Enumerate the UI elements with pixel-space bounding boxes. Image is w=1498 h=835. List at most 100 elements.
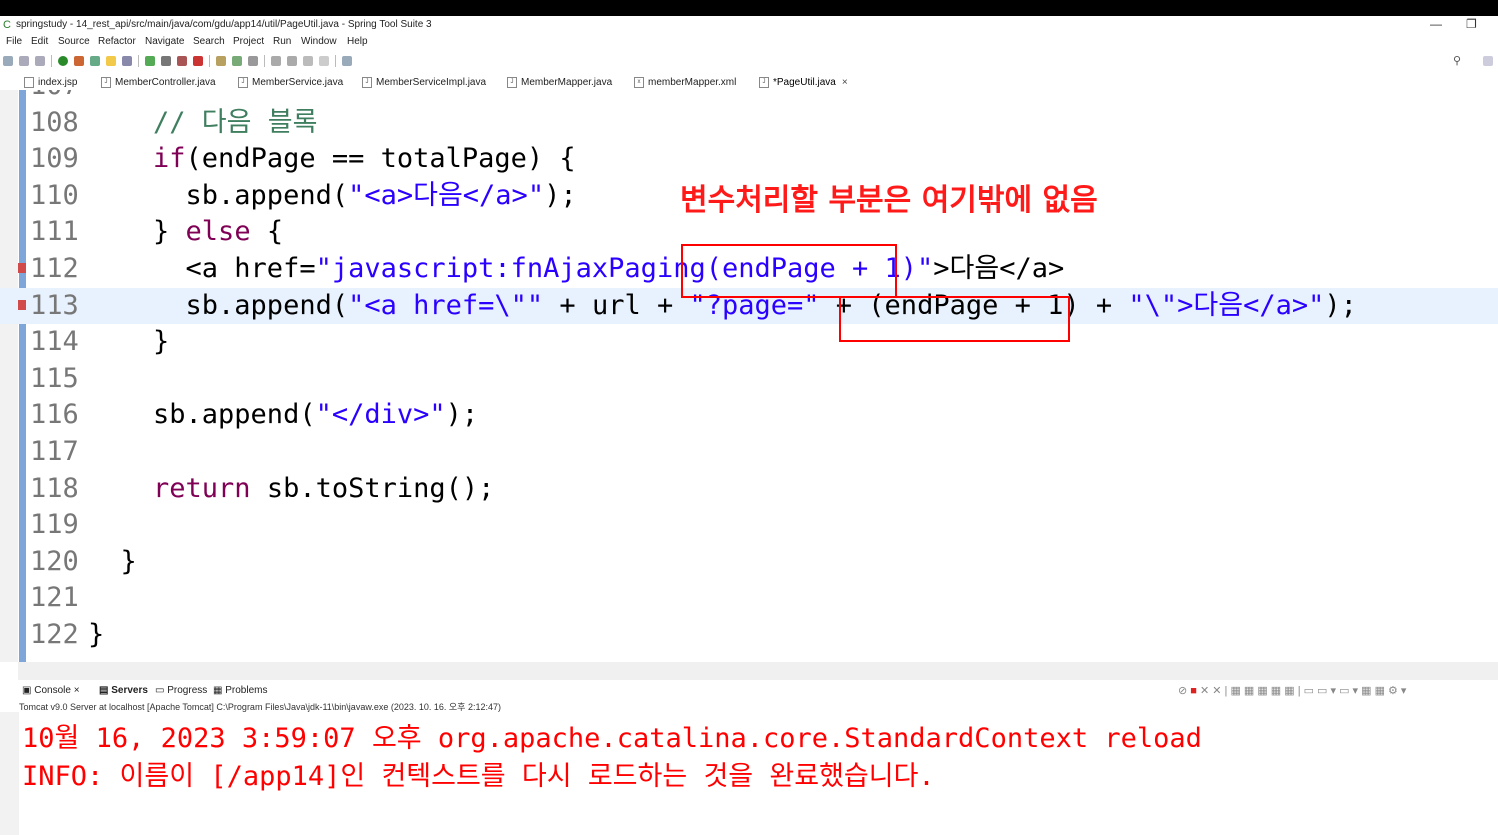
highlight-icon[interactable] bbox=[106, 56, 116, 66]
code-text: } bbox=[88, 544, 137, 580]
window-title-bar: C springstudy - 14_rest_api/src/main/jav… bbox=[0, 16, 1498, 34]
main-toolbar: ⚲ bbox=[0, 51, 1498, 71]
tab-problems-label: Problems bbox=[225, 685, 268, 696]
tab-label: index.jsp bbox=[38, 77, 78, 88]
code-string: "</div>" bbox=[315, 399, 446, 431]
menu-refactor[interactable]: Refactor bbox=[98, 36, 136, 47]
error-marker-icon[interactable] bbox=[18, 299, 26, 310]
tab-console[interactable]: ▣ Console × bbox=[22, 685, 80, 696]
code-line: 122} bbox=[0, 617, 1498, 653]
next-annotation-icon[interactable] bbox=[271, 56, 281, 66]
code-line: 120 } bbox=[0, 544, 1498, 580]
forward-icon[interactable] bbox=[319, 56, 329, 66]
code-line: 115 bbox=[0, 361, 1498, 397]
save-all-icon[interactable] bbox=[35, 56, 45, 66]
console-left-margin bbox=[0, 712, 19, 835]
tab-index-jsp[interactable]: index.jsp bbox=[24, 77, 77, 88]
editor-horizontal-scrollbar[interactable] bbox=[18, 662, 1498, 680]
terminate-icon[interactable] bbox=[193, 56, 203, 66]
new-class-icon[interactable] bbox=[232, 56, 242, 66]
search-icon[interactable]: ⚲ bbox=[1453, 54, 1461, 67]
menu-help[interactable]: Help bbox=[347, 36, 368, 47]
console-icon: ▣ bbox=[22, 685, 35, 696]
tab-member-service-impl[interactable]: J MemberServiceImpl.java bbox=[362, 77, 486, 88]
code-line: 119 bbox=[0, 507, 1498, 543]
spring-app-icon: C bbox=[3, 19, 11, 31]
code-text: sb.append("<a>다음</a>"); bbox=[88, 178, 577, 214]
console-toolbar[interactable]: ⊘ ■ ✕ ✕ | ▦ ▦ ▦ ▦ ▦ | ▭ ▭ ▾ ▭ ▾ ▦ ▦ ⚙ ▾ bbox=[1178, 684, 1406, 697]
code-line: 109 if(endPage == totalPage) { bbox=[0, 141, 1498, 177]
line-number: 122 bbox=[30, 619, 79, 650]
code-line: 118 return sb.toString(); bbox=[0, 471, 1498, 507]
prev-annotation-icon[interactable] bbox=[287, 56, 297, 66]
tab-label: MemberMapper.java bbox=[521, 77, 613, 88]
error-marker-icon[interactable] bbox=[18, 263, 26, 273]
run-icon[interactable] bbox=[145, 56, 155, 66]
java-file-icon: J bbox=[362, 77, 372, 88]
line-number: 108 bbox=[30, 106, 79, 138]
tab-member-service[interactable]: J MemberService.java bbox=[238, 77, 343, 88]
menu-source[interactable]: Source bbox=[58, 36, 90, 47]
tab-label: MemberServiceImpl.java bbox=[376, 77, 487, 88]
code-token: ); bbox=[445, 399, 479, 431]
console-output[interactable]: 10월 16, 2023 3:59:07 오후 org.apache.catal… bbox=[0, 712, 1498, 835]
code-token: } bbox=[88, 619, 105, 650]
line-number: 107 bbox=[30, 90, 79, 104]
back-icon[interactable] bbox=[303, 56, 313, 66]
tab-console-label: Console bbox=[34, 685, 71, 696]
code-token: sb.append( bbox=[88, 399, 316, 431]
menu-window[interactable]: Window bbox=[301, 36, 337, 47]
code-token: { bbox=[250, 216, 284, 248]
menu-file[interactable]: File bbox=[6, 36, 22, 47]
code-token: sb.append( bbox=[88, 289, 349, 321]
tab-servers-label: Servers bbox=[111, 685, 148, 696]
problems-icon: ▦ bbox=[213, 685, 226, 696]
restore-button[interactable]: ❐ bbox=[1466, 17, 1477, 31]
pin-icon[interactable] bbox=[90, 56, 100, 66]
run-history-icon[interactable] bbox=[161, 56, 171, 66]
toolbar-separator bbox=[264, 55, 265, 67]
minimize-button[interactable]: — bbox=[1430, 17, 1442, 31]
tab-label: *PageUtil.java bbox=[773, 77, 836, 88]
code-text: // 다음 블록 bbox=[88, 105, 317, 141]
save-icon[interactable] bbox=[19, 56, 29, 66]
close-icon[interactable]: × bbox=[842, 77, 848, 88]
code-line: 121 bbox=[0, 580, 1498, 616]
pin-editor-icon[interactable] bbox=[342, 56, 352, 66]
open-type-icon[interactable] bbox=[216, 56, 226, 66]
annotation-text: 변수처리할 부분은 여기밖에 없음 bbox=[680, 183, 1098, 218]
line-number: 111 bbox=[30, 216, 79, 248]
menu-edit[interactable]: Edit bbox=[31, 36, 48, 47]
tab-progress-label: Progress bbox=[167, 685, 208, 696]
xml-file-icon: x bbox=[634, 77, 644, 88]
screen-top-bar bbox=[0, 0, 1498, 16]
code-line: 108 // 다음 블록 bbox=[0, 105, 1498, 141]
tab-servers[interactable]: ▤ Servers bbox=[99, 685, 148, 696]
close-icon[interactable]: × bbox=[74, 685, 80, 696]
tab-progress[interactable]: ▭ Progress bbox=[155, 685, 207, 696]
tab-member-controller[interactable]: J MemberController.java bbox=[101, 77, 216, 88]
stop-icon[interactable] bbox=[177, 56, 187, 66]
new-icon[interactable] bbox=[3, 56, 13, 66]
menu-project[interactable]: Project bbox=[233, 36, 264, 47]
search-toolbar-icon[interactable] bbox=[248, 56, 258, 66]
java-file-icon: J bbox=[759, 77, 769, 88]
refresh-icon[interactable] bbox=[74, 56, 84, 66]
menu-navigate[interactable]: Navigate bbox=[145, 36, 184, 47]
block-icon[interactable] bbox=[122, 56, 132, 66]
debug-icon[interactable] bbox=[58, 56, 68, 66]
menu-search[interactable]: Search bbox=[193, 36, 225, 47]
line-number: 121 bbox=[30, 582, 79, 614]
menu-run[interactable]: Run bbox=[273, 36, 291, 47]
toolbar-separator bbox=[138, 55, 139, 67]
code-token: <a href= bbox=[88, 253, 316, 284]
tab-page-util[interactable]: J *PageUtil.java × bbox=[759, 77, 848, 88]
tab-problems[interactable]: ▦ Problems bbox=[213, 685, 267, 696]
perspective-icon[interactable] bbox=[1483, 56, 1493, 66]
tab-member-mapper[interactable]: J MemberMapper.java bbox=[507, 77, 612, 88]
code-string: "<a>다음</a>" bbox=[348, 179, 545, 211]
tab-label: MemberController.java bbox=[115, 77, 216, 88]
tab-member-mapper-xml[interactable]: x memberMapper.xml bbox=[634, 77, 736, 88]
